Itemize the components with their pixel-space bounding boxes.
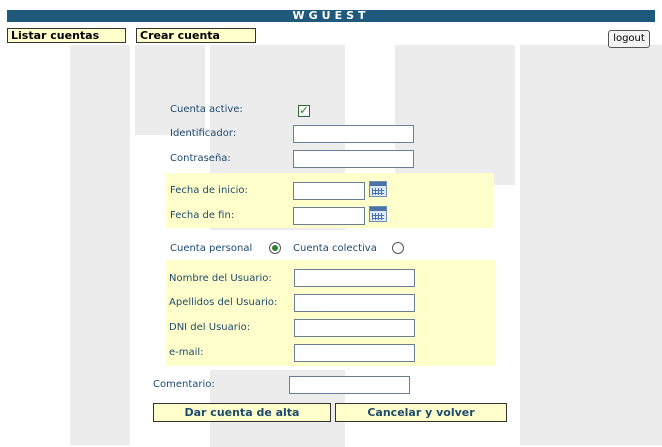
email-label: e-mail:: [169, 347, 204, 358]
list-accounts-button[interactable]: Listar cuentas: [7, 28, 126, 43]
user-name-input[interactable]: [294, 269, 415, 287]
email-input[interactable]: [294, 344, 415, 362]
user-surname-input[interactable]: [294, 294, 415, 312]
password-label: Contraseña:: [170, 153, 231, 164]
start-date-label: Fecha de inicio:: [170, 185, 248, 196]
page-title: WGUEST: [7, 10, 655, 22]
calendar-icon[interactable]: [369, 181, 387, 197]
cancel-button[interactable]: Cancelar y volver: [335, 403, 507, 422]
collective-account-label: Cuenta colectiva: [293, 243, 377, 254]
comment-input[interactable]: [289, 376, 410, 394]
create-account-button[interactable]: Crear cuenta: [136, 28, 256, 43]
background-decoration: [70, 45, 130, 445]
end-date-input[interactable]: [293, 207, 365, 225]
personal-account-label: Cuenta personal: [170, 243, 253, 254]
user-surname-label: Apellidos del Usuario:: [169, 297, 278, 308]
end-date-label: Fecha de fin:: [170, 210, 235, 221]
comment-label: Comentario:: [153, 379, 215, 390]
active-account-checkbox[interactable]: ✓: [298, 105, 310, 117]
identifier-input[interactable]: [293, 125, 414, 143]
collective-account-radio[interactable]: [392, 242, 404, 254]
password-input[interactable]: [293, 150, 414, 168]
calendar-icon[interactable]: [369, 206, 387, 222]
submit-button[interactable]: Dar cuenta de alta: [153, 403, 331, 422]
user-dni-label: DNI del Usuario:: [169, 322, 251, 333]
start-date-input[interactable]: [293, 182, 365, 200]
user-dni-input[interactable]: [294, 319, 415, 337]
personal-account-radio[interactable]: [269, 242, 281, 254]
user-name-label: Nombre del Usuario:: [169, 273, 272, 284]
background-decoration: [520, 45, 662, 445]
background-decoration: [135, 45, 205, 135]
active-account-label: Cuenta active:: [170, 104, 243, 115]
identifier-label: Identificador:: [170, 128, 237, 139]
logout-button[interactable]: logout: [608, 30, 650, 48]
